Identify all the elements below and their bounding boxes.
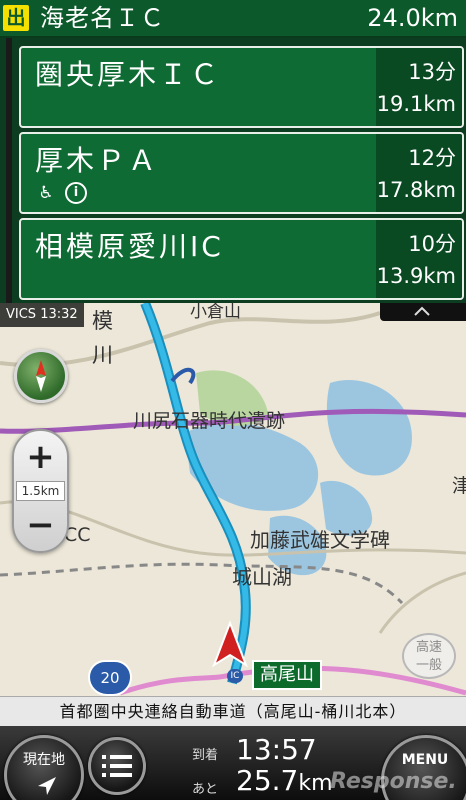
highway-item-times: 13分 19.1km	[376, 48, 462, 126]
map-label: 川	[92, 343, 113, 367]
highway-item-name: 相模原愛川IC	[35, 230, 224, 263]
ic-marker-icon: IC	[227, 669, 243, 683]
highway-item-distance: 17.8km	[376, 178, 456, 202]
map-scale: 1.5km	[16, 481, 65, 501]
wheelchair-icon: ♿	[38, 183, 54, 203]
toggle-label-general: 一般	[415, 658, 442, 673]
arrival-time: 13:57	[236, 733, 317, 766]
list-icon	[102, 755, 132, 777]
highway-general-toggle[interactable]: 高速 一般	[402, 633, 456, 679]
highway-item-time: 12分	[408, 146, 456, 170]
compass-icon	[36, 360, 46, 392]
map-label-oguro: 小倉山	[190, 302, 241, 322]
watermark: Response.	[330, 769, 457, 794]
map-label-shiroyama: 城山湖	[232, 565, 292, 589]
exit-bar: 出 海老名ＩＣ 24.0km	[0, 0, 466, 38]
highway-item-name: 圏央厚木ＩＣ	[35, 58, 222, 91]
exit-distance: 24.0km	[367, 4, 458, 32]
compass-button[interactable]	[14, 349, 68, 403]
remaining-distance-unit: km	[298, 771, 333, 796]
zoom-control: + 1.5km −	[12, 429, 69, 553]
arrival-label: 到着	[192, 748, 219, 763]
national-route-shield: 20	[88, 660, 132, 696]
map-view[interactable]: 模 川	[0, 303, 466, 696]
lake-area	[185, 422, 319, 511]
highway-item[interactable]: 厚木ＰＡ ♿ i 12分 17.8km	[19, 132, 464, 214]
highway-panel: 出 海老名ＩＣ 24.0km 圏央厚木ＩＣ 13分 19.1km 厚木ＰＡ ♿ …	[0, 0, 466, 303]
map-canvas	[0, 303, 466, 696]
highway-item-time: 13分	[408, 60, 456, 84]
chevron-up-icon	[414, 306, 430, 316]
exit-name: 海老名ＩＣ	[40, 4, 165, 32]
toggle-label-highway: 高速	[415, 640, 442, 655]
road	[378, 571, 466, 634]
remaining-distance-value: 25.7	[236, 764, 299, 797]
remaining-distance: 25.7km	[236, 764, 333, 797]
zoom-in-button[interactable]: +	[14, 435, 67, 479]
prefecture-border	[0, 562, 404, 605]
map-label-edge: 津	[452, 475, 466, 497]
highway-item-name: 厚木ＰＡ	[35, 144, 160, 177]
exit-badge: 出	[3, 5, 29, 31]
collapse-panel-button[interactable]	[380, 303, 466, 321]
lake-area	[326, 380, 412, 476]
highway-item-distance: 13.9km	[376, 264, 456, 288]
current-road-name: 首都圏中央連絡自動車道（高尾山-桶川北本）	[0, 696, 466, 726]
interchange-label: 高尾山	[252, 660, 322, 690]
highway-item-distance: 19.1km	[376, 92, 456, 116]
route-list-button[interactable]	[88, 737, 146, 795]
menu-label: MENU	[401, 752, 449, 768]
vics-badge: VICS 13:32	[0, 303, 84, 327]
panel-rail	[6, 38, 12, 303]
current-location-label: 現在地	[23, 752, 65, 768]
highway-item[interactable]: 相模原愛川IC 10分 13.9km	[19, 218, 464, 300]
highway-item-times: 12分 17.8km	[376, 134, 462, 212]
location-arrow-icon	[38, 777, 56, 795]
highway-item[interactable]: 圏央厚木ＩＣ 13分 19.1km	[19, 46, 464, 128]
map-label-kawajiri: 川尻石器時代遺跡	[133, 410, 286, 432]
map-label-kato: 加藤武雄文学碑	[250, 528, 390, 552]
map-label: 模	[92, 309, 113, 333]
zoom-out-button[interactable]: −	[14, 505, 67, 549]
highway-item-time: 10分	[408, 232, 456, 256]
remaining-label: あと	[192, 782, 219, 797]
highway-item-times: 10分 13.9km	[376, 220, 462, 298]
facility-icons: ♿ i	[35, 182, 87, 204]
info-icon: i	[65, 182, 87, 204]
